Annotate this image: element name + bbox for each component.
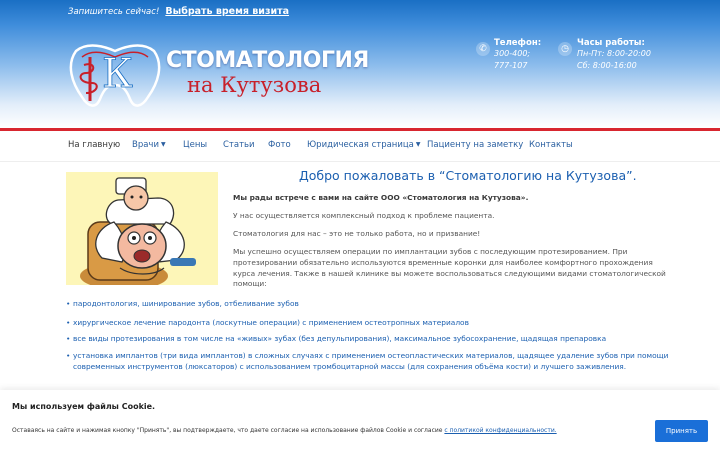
hours-saturday: Сб: 8:00-16:00 [577,61,637,70]
brand-subtitle: на Кутузова [187,73,322,97]
intro-paragraph-2: Стоматология для нас – это не только раб… [233,229,481,238]
list-item: пародонтология, шинирование зубов, отбел… [66,298,676,309]
main-nav: На главную Врачи ▼ Цены Статьи Фото Юриди… [0,131,720,162]
intro-bold: Мы рады встрече с вами на сайте ООО «Сто… [233,193,529,202]
chevron-down-icon: ▼ [160,141,166,148]
chevron-down-icon: ▼ [415,141,421,148]
accept-cookies-button[interactable]: Принять [655,420,708,442]
cookie-text-body: Оставаясь на сайте и нажимая кнопку "При… [12,427,443,434]
nav-doctors-label: Врачи [132,140,159,150]
logo[interactable]: К [68,43,162,113]
cookie-text: Оставаясь на сайте и нажимая кнопку "При… [12,427,557,434]
intro-paragraph-1: У нас осуществляется комплексный подход … [233,211,495,220]
nav-contacts[interactable]: Контакты [529,140,573,150]
site-header: Запишитесь сейчас! Выбрать время визита … [0,0,720,128]
nav-prices[interactable]: Цены [183,140,207,150]
clock-icon: ◷ [558,42,572,56]
phone-number-1[interactable]: 300-400; [494,49,530,58]
nav-home[interactable]: На главную [68,140,120,150]
cookie-banner: Мы используем файлы Cookie. Оставаясь на… [0,390,720,450]
nav-photo[interactable]: Фото [268,140,291,150]
top-bar: Запишитесь сейчас! Выбрать время визита [68,6,289,20]
phone-icon: ✆ [476,42,490,56]
list-item: все виды протезирования в том числе на «… [66,333,676,344]
svg-text:К: К [102,51,133,97]
list-item: установка имплантов (три вида имплантов)… [66,350,676,372]
nav-patient-notes[interactable]: Пациенту на заметку [427,140,523,150]
brand-title: СТОМАТОЛОГИЯ [166,48,369,73]
nav-legal[interactable]: Юридическая страница ▼ [307,140,421,150]
hours-weekdays: Пн-Пт: 8:00-20:00 [577,49,651,58]
list-item: хирургическое лечение пародонта (лоскутн… [66,317,676,328]
page-title: Добро пожаловать в “Стоматологию на Куту… [299,168,637,183]
nav-legal-label: Юридическая страница [307,140,414,150]
hours-title: Часы работы: [577,38,645,48]
intro-paragraph-3: Мы успешно осуществляем операции по импл… [233,247,666,289]
cookie-title: Мы используем файлы Cookie. [12,402,156,411]
tooth-logo-icon: К [69,44,161,107]
phone-title: Телефон: [494,38,542,48]
book-visit-link[interactable]: Выбрать время визита [165,6,289,17]
nav-doctors[interactable]: Врачи ▼ [132,140,166,150]
nav-articles[interactable]: Статьи [223,140,255,150]
invite-text: Запишитесь сейчас! [68,7,160,17]
dentist-cartoon-image [66,172,218,285]
privacy-policy-link[interactable]: с политикой конфиденциальности. [444,427,556,434]
phone-number-2[interactable]: 777-107 [494,61,527,70]
